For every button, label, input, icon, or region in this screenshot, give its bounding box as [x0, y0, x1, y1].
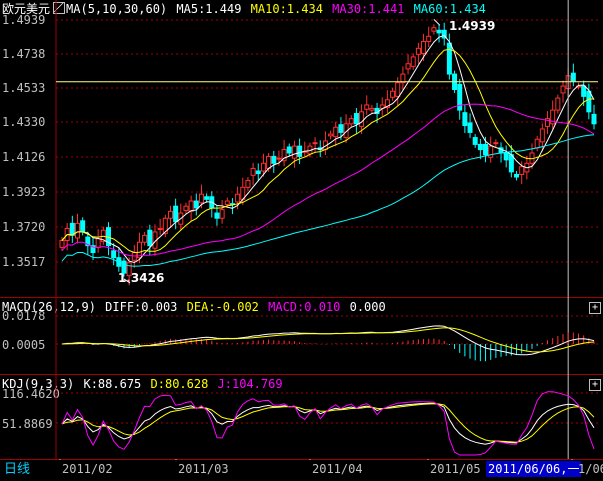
candle-up	[74, 222, 80, 239]
period-selector[interactable]: 日线	[0, 460, 34, 479]
ma30-line	[61, 103, 595, 257]
candle-up	[291, 145, 297, 159]
candle-up	[390, 90, 396, 98]
candle-up	[421, 40, 427, 54]
candle-up	[364, 104, 370, 110]
candle-up	[415, 47, 421, 55]
candle-down	[467, 122, 473, 133]
date-tick-0: 2011/02	[62, 462, 113, 476]
candle-down	[173, 205, 179, 223]
macd-diff-line	[61, 325, 595, 356]
candle-down	[503, 152, 509, 161]
candle-up	[534, 138, 540, 149]
candle-down	[286, 146, 292, 154]
candle-up	[276, 157, 282, 160]
candle-down	[271, 155, 277, 164]
candle-down	[436, 29, 442, 34]
candle-up	[224, 200, 230, 205]
macd-dea-line	[61, 327, 595, 353]
candle-up	[126, 262, 132, 277]
candle-down	[255, 170, 261, 175]
candle-up	[395, 82, 401, 97]
candle-up	[431, 27, 437, 32]
cursor-date-label: 2011/06/06,一	[486, 461, 582, 477]
candle-down	[204, 196, 210, 200]
candle-down	[591, 113, 597, 125]
candle-up	[426, 35, 432, 42]
candle-up	[219, 209, 225, 219]
candle-up	[250, 167, 256, 176]
date-tick-3: 2011/05	[430, 462, 481, 476]
candle-up	[405, 63, 411, 70]
candle-up	[359, 111, 365, 127]
candle-down	[477, 143, 483, 151]
candle-up	[410, 56, 416, 67]
candle-up	[539, 128, 545, 143]
candle-up	[260, 162, 266, 172]
candle-up	[183, 205, 189, 211]
candle-down	[457, 83, 463, 111]
candle-up	[560, 85, 566, 94]
candle-down	[483, 143, 489, 156]
candle-down	[581, 85, 587, 97]
candle-up	[142, 234, 148, 243]
candle-down	[570, 72, 576, 82]
kdj-k-line	[61, 402, 595, 445]
candle-up	[348, 118, 354, 125]
candle-down	[147, 229, 153, 247]
candle-down	[586, 90, 592, 113]
date-tick-2: 2011/04	[312, 462, 363, 476]
candle-down	[214, 212, 220, 219]
candle-up	[333, 126, 339, 138]
ma5-line	[61, 34, 595, 264]
candle-up	[488, 145, 494, 158]
candle-down	[353, 113, 359, 125]
candle-down	[446, 42, 452, 75]
date-tick-1: 2011/03	[178, 462, 229, 476]
candle-up	[95, 238, 101, 248]
candle-down	[472, 137, 478, 145]
candle-up	[519, 166, 525, 175]
candle-up	[312, 142, 318, 145]
candle-up	[198, 193, 204, 204]
ma10-line	[61, 48, 595, 254]
candle-up	[188, 200, 194, 212]
candle-down	[80, 220, 86, 233]
candle-up	[369, 107, 375, 111]
candle-down	[111, 250, 117, 259]
chart-canvas[interactable]	[0, 0, 603, 460]
candle-up	[245, 179, 251, 188]
candle-up	[266, 155, 272, 169]
candle-down	[121, 260, 127, 274]
candle-down	[297, 145, 303, 157]
tail-date-label: 1/06	[578, 462, 603, 476]
candle-up	[235, 193, 241, 203]
candle-up	[555, 97, 561, 111]
candle-up	[328, 133, 334, 137]
candle-down	[514, 173, 520, 178]
candle-down	[508, 154, 514, 173]
candle-down	[338, 124, 344, 133]
candle-up	[493, 142, 499, 145]
candle-down	[193, 200, 199, 209]
candle-up	[59, 240, 65, 248]
candle-up	[157, 228, 163, 231]
candle-up	[167, 210, 173, 219]
candle-down	[462, 112, 468, 127]
